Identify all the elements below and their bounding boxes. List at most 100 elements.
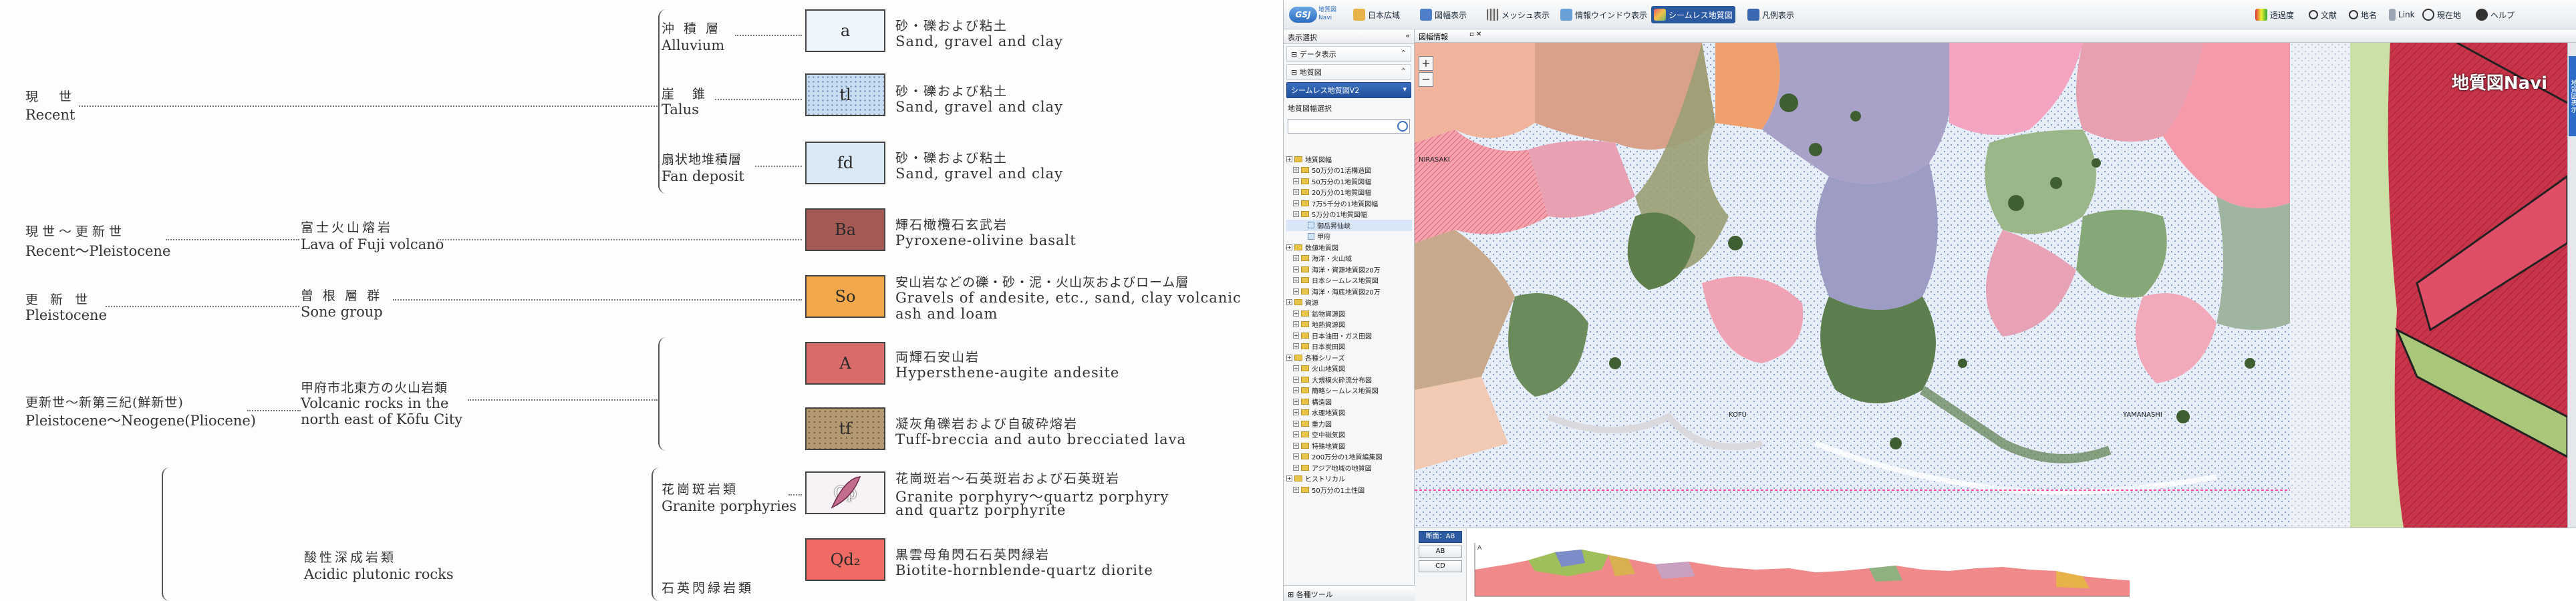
btn-mesh-display[interactable]: メッシュ表示 xyxy=(1484,6,1552,23)
expand-toggle-icon[interactable]: + xyxy=(1293,486,1299,493)
expand-toggle-icon[interactable]: + xyxy=(1293,321,1299,328)
btn-info-window[interactable]: 情報ウインドウ表示 xyxy=(1558,6,1650,23)
tree-node[interactable]: + 日本シームレス地質図 xyxy=(1286,275,1412,286)
btn-legend[interactable]: 凡例表示 xyxy=(1745,6,1797,23)
btn-transparency[interactable]: 透過度 xyxy=(2253,6,2297,23)
expand-toggle-icon[interactable]: + xyxy=(1293,431,1299,438)
tree-node[interactable]: + 重力図 xyxy=(1286,418,1412,429)
group-jp: 酸性深成岩類 xyxy=(304,550,397,565)
tree-node[interactable]: + 特殊地質図 xyxy=(1286,440,1412,451)
tree-node[interactable]: + 水理地質図 xyxy=(1286,407,1412,419)
layer-select[interactable]: シームレス地質図V2 ▾ xyxy=(1286,82,1411,98)
tree-node[interactable]: + 空中磁気図 xyxy=(1286,429,1412,441)
btn-current-location[interactable]: 現在地 xyxy=(2420,6,2464,23)
sheet-search-input[interactable] xyxy=(1288,119,1410,134)
expand-toggle-icon[interactable]: + xyxy=(1293,398,1299,405)
side-panel-strip[interactable]: 地質図表示 xyxy=(2567,43,2576,528)
tree-node[interactable]: + 構造図 xyxy=(1286,396,1412,407)
btn-sheet-display[interactable]: 図幅表示 xyxy=(1417,6,1469,23)
tree-node[interactable]: + 簡略シームレス地質図 xyxy=(1286,385,1412,397)
map-display-tab[interactable]: 地質図表示 xyxy=(2569,56,2576,136)
btn-place-name[interactable]: 地名 xyxy=(2346,6,2380,23)
tree-node[interactable]: +50万分の1地質図幅 xyxy=(1286,176,1412,187)
search-icon[interactable] xyxy=(1397,121,1408,132)
tree-node[interactable]: +7万5千分の1地質図幅 xyxy=(1286,198,1412,209)
zoom-in-button[interactable]: + xyxy=(1419,56,1433,71)
tree-node[interactable]: + 地質図幅 xyxy=(1286,154,1412,165)
expand-toggle-icon[interactable]: + xyxy=(1293,211,1299,218)
expand-toggle-icon[interactable]: + xyxy=(1293,277,1299,284)
expand-toggle-icon[interactable]: + xyxy=(1293,376,1299,383)
expand-toggle-icon[interactable]: + xyxy=(1293,442,1299,449)
cross-section-ab-button[interactable]: AB xyxy=(1419,546,1462,558)
expand-toggle-icon[interactable]: + xyxy=(1293,310,1299,317)
window-controls[interactable]: ▫ ✕ xyxy=(1469,31,1481,38)
expand-toggle-icon[interactable]: + xyxy=(1293,409,1299,416)
btn-japan-wide[interactable]: 日本広域 xyxy=(1350,6,1403,23)
expand-toggle-icon[interactable]: + xyxy=(1293,464,1299,471)
expand-toggle-icon[interactable]: + xyxy=(1293,178,1299,184)
expand-toggle-icon[interactable]: + xyxy=(1286,156,1292,162)
tree-node[interactable]: + アジア地域の地質図 xyxy=(1286,462,1412,473)
tree-node[interactable]: +50万分の1土性図 xyxy=(1286,484,1412,495)
tree-node[interactable]: + 数値地質図 xyxy=(1286,242,1412,253)
tree-node[interactable]: + 海洋・火山域 xyxy=(1286,253,1412,264)
tree-node[interactable]: + ヒストリカル xyxy=(1286,473,1412,485)
brace-plutonic xyxy=(162,467,171,601)
expand-toggle-icon[interactable]: + xyxy=(1286,299,1292,306)
tree-node[interactable]: + 海洋・海底地質図20万 xyxy=(1286,286,1412,297)
subgroup-jp: 花崗斑岩類 xyxy=(662,482,739,497)
map-svg[interactable]: NIRASAKI KOFU YAMANASHI xyxy=(1415,43,2567,528)
expand-toggle-icon[interactable]: + xyxy=(1293,387,1299,394)
expand-toggle-icon[interactable]: + xyxy=(1286,475,1292,482)
btn-help[interactable]: ヘルプ xyxy=(2473,6,2517,23)
data-display-toggle[interactable]: ⊟ データ表示 ⌃ xyxy=(1286,46,1411,62)
tree-node[interactable]: 御岳昇仙峡 xyxy=(1286,220,1412,231)
tools-footer[interactable]: ⊞ 各種ツール xyxy=(1284,585,1415,601)
tree-node[interactable]: + 鉱物資源図 xyxy=(1286,308,1412,319)
btn-link[interactable]: Link xyxy=(2386,6,2418,23)
btn-seamless-map[interactable]: シームレス地質図 xyxy=(1651,6,1735,23)
expand-toggle-icon[interactable]: + xyxy=(1286,354,1292,361)
tree-node[interactable]: + 各種シリーズ xyxy=(1286,352,1412,363)
btn-literature[interactable]: 文献 xyxy=(2306,6,2339,23)
tree-node[interactable]: + 資源 xyxy=(1286,297,1412,309)
expand-toggle-icon[interactable]: + xyxy=(1293,420,1299,427)
expand-toggle-icon[interactable]: + xyxy=(1293,332,1299,339)
close-icon[interactable]: « xyxy=(1405,31,1410,40)
folder-icon xyxy=(1301,255,1309,262)
tools-label: 各種ツール xyxy=(1296,590,1333,599)
tree-node[interactable]: + 火山地質図 xyxy=(1286,363,1412,375)
expand-toggle-icon[interactable]: + xyxy=(1293,343,1299,350)
geologic-map-canvas[interactable]: NIRASAKI KOFU YAMANASHI + − 地質図Navi xyxy=(1415,43,2567,528)
tree-node[interactable]: +5万分の1地質図幅 xyxy=(1286,209,1412,220)
group-jp: 富士火山熔岩 xyxy=(301,220,394,235)
tree-node[interactable]: + 大規模火砕流分布図 xyxy=(1286,374,1412,385)
tree-node[interactable]: +20万分の1地質図幅 xyxy=(1286,187,1412,198)
expand-toggle-icon[interactable]: + xyxy=(1293,255,1299,262)
tree-node[interactable]: + 海洋・資源地質図20万 xyxy=(1286,264,1412,275)
tree-node[interactable]: +50万分の1活構造図 xyxy=(1286,165,1412,176)
expand-toggle-icon[interactable]: + xyxy=(1293,189,1299,196)
expand-toggle-icon[interactable]: + xyxy=(1286,244,1292,250)
cross-section-cd-button[interactable]: CD xyxy=(1419,560,1462,572)
expand-toggle-icon[interactable]: + xyxy=(1293,365,1299,372)
expand-toggle-icon[interactable]: + xyxy=(1293,288,1299,294)
expand-toggle-icon[interactable]: + xyxy=(1293,266,1299,272)
app-logo[interactable]: GSJ 地質図 Navi xyxy=(1289,4,1340,25)
group-en: Lava of Fuji volcano xyxy=(301,236,444,252)
zoom-out-button[interactable]: − xyxy=(1419,72,1433,87)
tree-node[interactable]: +200万分の1地質編集図 xyxy=(1286,451,1412,463)
tree-node[interactable]: + 日本油田・ガス田図 xyxy=(1286,330,1412,341)
sidebar-title: 表示選択 xyxy=(1288,33,1317,42)
tree-node[interactable]: + 日本炭田図 xyxy=(1286,341,1412,353)
tree-node-label: 20万分の1地質図幅 xyxy=(1312,190,1372,198)
map-panel: 図幅情報 ▫ ✕ NIRASAKI KOFU YAMANASHI + − 地質図… xyxy=(1415,29,2576,601)
expand-toggle-icon[interactable]: + xyxy=(1293,453,1299,460)
cross-section-ab-title[interactable]: 断面：AB xyxy=(1419,531,1462,543)
tree-node[interactable]: 甲府 xyxy=(1286,231,1412,242)
tree-node[interactable]: + 地熱資源図 xyxy=(1286,319,1412,331)
expand-toggle-icon[interactable]: + xyxy=(1293,167,1299,174)
layer-group[interactable]: ⊟ 地質図 ⌃ xyxy=(1286,64,1411,80)
expand-toggle-icon[interactable]: + xyxy=(1293,200,1299,206)
